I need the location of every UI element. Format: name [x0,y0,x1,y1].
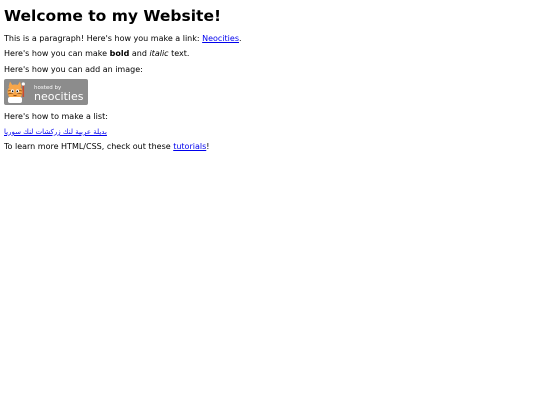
intro-paragraph: This is a paragraph! Here's how you make… [4,33,242,44]
tutorials-paragraph: To learn more HTML/CSS, check out these … [4,141,209,152]
neocities-link[interactable]: Neocities [202,34,239,43]
tutorials-text: To learn more HTML/CSS, check out these [4,142,174,151]
intro-period: . [239,34,242,43]
formatting-text-start: Here's how you can make [4,49,110,58]
badge-line2: neocities [34,90,84,103]
list-paragraph: Here's how to make a list: [4,112,108,121]
tutorials-exclamation: ! [206,142,210,151]
italic-text: italic [149,49,169,58]
formatting-text-end: text. [168,49,190,58]
bold-text: bold [109,49,130,58]
image-paragraph: Here's how you can add an image: [4,65,143,74]
tutorials-link[interactable]: tutorials [173,142,206,151]
formatting-paragraph: Here's how you can make bold and italic … [4,48,189,59]
formatting-text-and: and [129,49,150,58]
arabic-links[interactable]: بديلة عربية لنك زركشات لنك سوريا [4,128,107,136]
page-content: Welcome to my Website! This is a paragra… [4,6,536,151]
intro-text: This is a paragraph! Here's how you make… [4,34,203,43]
neocities-badge-image: hosted by neocities [4,79,88,105]
list-links-line: بديلة عربية لنك زركشات لنك سوريا [4,127,107,138]
page-title: Welcome to my Website! [4,7,222,25]
